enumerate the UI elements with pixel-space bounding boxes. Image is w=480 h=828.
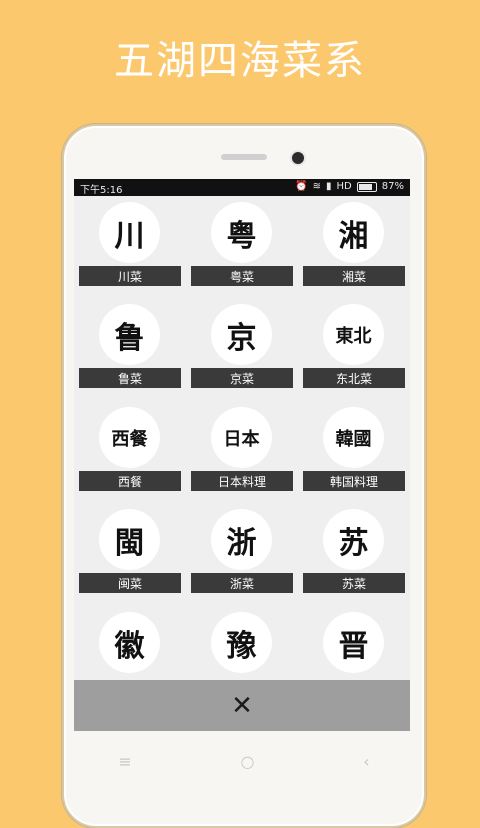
cuisine-item[interactable]: 日本 日本料理: [191, 401, 293, 491]
cuisine-item[interactable]: 浙 浙菜: [191, 503, 293, 593]
cuisine-item[interactable]: 湘 湘菜: [303, 196, 405, 286]
wifi-icon: ≋: [312, 181, 322, 192]
signal-icon: ▮: [326, 181, 332, 192]
network-label: HD: [336, 181, 352, 192]
status-bar: 下午5:16 ⏰ ≋ ▮ HD 87%: [74, 179, 410, 196]
cuisine-glyph: 西餐: [99, 407, 160, 468]
cuisine-item[interactable]: 韓國 韩国料理: [303, 401, 405, 491]
cuisine-item[interactable]: 西餐 西餐: [79, 401, 181, 491]
cuisine-glyph: 湘: [323, 202, 384, 263]
cuisine-glyph: 晋: [323, 612, 384, 673]
phone-screen: 下午5:16 ⏰ ≋ ▮ HD 87% 川 川菜 粤 粤菜 湘 湘菜 鲁 鲁菜 …: [74, 179, 410, 731]
cuisine-item[interactable]: 川 川菜: [79, 196, 181, 286]
cuisine-glyph: 韓國: [323, 407, 384, 468]
phone-camera: [290, 150, 306, 166]
cuisine-label: 鲁菜: [79, 368, 181, 388]
cuisine-label: 苏菜: [303, 573, 405, 593]
cuisine-label: 西餐: [79, 471, 181, 491]
cuisine-glyph: 徽: [99, 612, 160, 673]
cuisine-glyph: 京: [211, 304, 272, 365]
cuisine-label: 川菜: [79, 266, 181, 286]
cuisine-label: 粤菜: [191, 266, 293, 286]
cuisine-label: 闽菜: [79, 573, 181, 593]
cuisine-item[interactable]: 苏 苏菜: [303, 503, 405, 593]
cuisine-item[interactable]: 鲁 鲁菜: [79, 298, 181, 388]
cuisine-item[interactable]: 東北 东北菜: [303, 298, 405, 388]
battery-percent: 87%: [381, 181, 404, 192]
cuisine-label: 浙菜: [191, 573, 293, 593]
cuisine-label: 韩国料理: [303, 471, 405, 491]
cuisine-glyph: 苏: [323, 509, 384, 570]
phone-speaker: [221, 154, 267, 160]
cuisine-item[interactable]: 粤 粤菜: [191, 196, 293, 286]
close-icon: ✕: [231, 690, 253, 721]
cuisine-item[interactable]: 京 京菜: [191, 298, 293, 388]
cuisine-label: 东北菜: [303, 368, 405, 388]
cuisine-glyph: 閩: [99, 509, 160, 570]
cuisine-glyph: 川: [99, 202, 160, 263]
cuisine-label: 京菜: [191, 368, 293, 388]
android-nav-bar: ≡ ○ ‹: [64, 741, 424, 781]
cuisine-glyph: 日本: [211, 407, 272, 468]
cuisine-glyph: 浙: [211, 509, 272, 570]
status-time: 下午5:16: [80, 185, 123, 196]
phone-frame: 下午5:16 ⏰ ≋ ▮ HD 87% 川 川菜 粤 粤菜 湘 湘菜 鲁 鲁菜 …: [62, 124, 426, 828]
alarm-icon: ⏰: [295, 181, 308, 192]
cuisine-label: 湘菜: [303, 266, 405, 286]
cuisine-glyph: 豫: [211, 612, 272, 673]
close-button[interactable]: ✕: [74, 680, 410, 731]
back-icon[interactable]: ‹: [363, 752, 369, 771]
cuisine-glyph: 粤: [211, 202, 272, 263]
battery-icon: [356, 181, 377, 192]
menu-icon[interactable]: ≡: [118, 752, 131, 771]
cuisine-item[interactable]: 閩 闽菜: [79, 503, 181, 593]
cuisine-glyph: 鲁: [99, 304, 160, 365]
status-icons: ⏰ ≋ ▮ HD 87%: [295, 181, 404, 192]
cuisine-glyph: 東北: [323, 304, 384, 365]
banner-title: 五湖四海菜系: [114, 38, 366, 84]
home-icon[interactable]: ○: [241, 752, 255, 771]
cuisine-label: 日本料理: [191, 471, 293, 491]
